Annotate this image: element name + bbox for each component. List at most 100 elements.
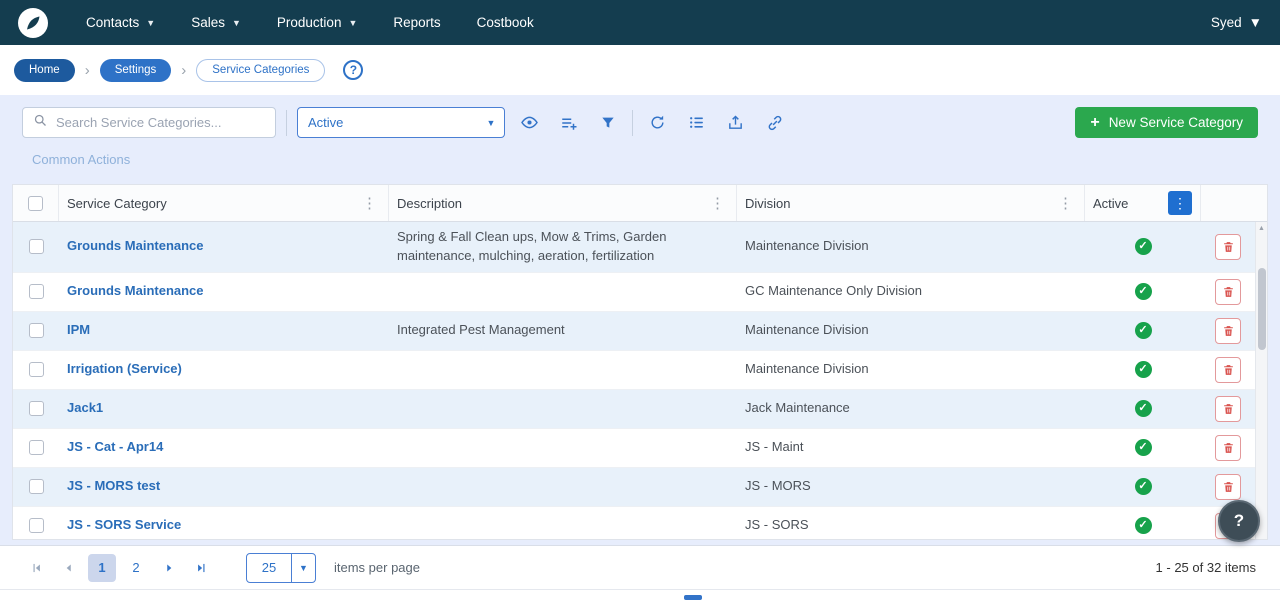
breadcrumb-home[interactable]: Home [14,59,75,82]
delete-button[interactable] [1215,435,1241,461]
main-content: Active ▼ + New Service Category Commo [0,95,1280,545]
actions-cell [1201,429,1255,467]
nav-item-costbook[interactable]: Costbook [477,15,534,30]
delete-button[interactable] [1215,234,1241,260]
row-checkbox-cell [13,222,59,272]
export-icon[interactable] [721,108,750,137]
row-checkbox[interactable] [29,239,44,254]
breadcrumb-separator-icon: › [85,62,90,79]
select-all-checkbox[interactable] [28,196,43,211]
help-fab-button[interactable]: ? [1218,500,1260,542]
breadcrumb-settings[interactable]: Settings [100,59,172,82]
column-header-division: Division ⋮ [737,185,1085,221]
new-service-category-button[interactable]: + New Service Category [1075,107,1258,138]
nav-item-sales[interactable]: Sales ▼ [191,15,241,30]
horizontal-scrollbar-thumb[interactable] [684,595,702,600]
common-actions-link[interactable]: Common Actions [32,152,130,167]
row-checkbox[interactable] [29,323,44,338]
link-icon[interactable] [760,108,789,137]
scrollbar-thumb[interactable] [1258,268,1266,350]
page-number-1[interactable]: 1 [88,554,116,582]
actions-cell [1201,222,1255,272]
table-row: Irrigation (Service) Maintenance Divisio… [13,351,1267,390]
delete-button[interactable] [1215,474,1241,500]
active-cell: ✓ [1085,390,1201,428]
brand-logo[interactable] [18,8,48,38]
column-menu-icon[interactable]: ⋮ [1055,194,1076,212]
active-cell: ✓ [1085,429,1201,467]
chevron-down-icon: ▼ [348,18,357,28]
service-category-cell: IPM [59,312,389,350]
service-category-link[interactable]: JS - Cat - Apr14 [67,438,163,457]
chevron-down-icon: ▼ [232,18,241,28]
division-cell: GC Maintenance Only Division [737,273,1085,311]
column-menu-icon[interactable]: ⋮ [707,194,728,212]
division-cell: Jack Maintenance [737,390,1085,428]
vertical-scrollbar[interactable]: ▲ [1255,222,1267,539]
next-page-button[interactable] [156,555,182,581]
column-header-service-category: Service Category ⋮ [59,185,389,221]
first-page-button[interactable] [24,555,50,581]
column-menu-icon-active[interactable]: ⋮ [1168,191,1192,215]
service-category-link[interactable]: JS - MORS test [67,477,160,496]
nav-item-contacts[interactable]: Contacts ▼ [86,15,155,30]
service-category-cell: Grounds Maintenance [59,273,389,311]
breadcrumb-separator-icon: › [181,62,186,79]
description-cell [389,507,737,540]
delete-button[interactable] [1215,357,1241,383]
service-category-cell: Grounds Maintenance [59,222,389,272]
page-size-select[interactable]: 25 ▼ [246,553,316,583]
pagination-range-label: 1 - 25 of 32 items [1156,560,1256,575]
toolbar-divider [632,110,633,136]
row-checkbox[interactable] [29,284,44,299]
nav-item-reports[interactable]: Reports [393,15,440,30]
table-row: Jack1 Jack Maintenance ✓ [13,390,1267,429]
manage-columns-icon[interactable] [554,108,583,137]
service-category-link[interactable]: Irrigation (Service) [67,360,182,379]
delete-button[interactable] [1215,396,1241,422]
row-checkbox-cell [13,312,59,350]
delete-button[interactable] [1215,279,1241,305]
table-row: IPM Integrated Pest Management Maintenan… [13,312,1267,351]
description-cell [389,273,737,311]
row-checkbox[interactable] [29,401,44,416]
filter-icon[interactable] [593,108,622,137]
service-category-link[interactable]: IPM [67,321,90,340]
column-header-active: Active ⋮ [1085,185,1201,221]
actions-cell [1201,390,1255,428]
service-category-link[interactable]: Grounds Maintenance [67,282,204,301]
column-menu-icon[interactable]: ⋮ [359,194,380,212]
service-category-link[interactable]: Jack1 [67,399,103,418]
row-checkbox[interactable] [29,440,44,455]
top-nav: Contacts ▼ Sales ▼ Production ▼ Reports … [0,0,1280,45]
scroll-up-icon[interactable]: ▲ [1256,222,1267,232]
refresh-icon[interactable] [643,108,672,137]
service-category-link[interactable]: JS - SORS Service [67,516,181,535]
status-filter-select[interactable]: Active ▼ [297,107,505,138]
row-checkbox[interactable] [29,518,44,533]
user-menu[interactable]: Syed ▼ [1211,15,1262,30]
row-checkbox[interactable] [29,479,44,494]
table-row: Grounds Maintenance GC Maintenance Only … [13,273,1267,312]
row-checkbox[interactable] [29,362,44,377]
list-view-icon[interactable] [682,108,711,137]
last-page-button[interactable] [188,555,214,581]
active-check-icon: ✓ [1135,400,1152,417]
horizontal-scrollbar[interactable] [0,589,1280,603]
active-cell: ✓ [1085,468,1201,506]
service-category-link[interactable]: Grounds Maintenance [67,237,204,256]
nav-item-production[interactable]: Production ▼ [277,15,357,30]
delete-button[interactable] [1215,318,1241,344]
page-number-2[interactable]: 2 [122,554,150,582]
row-checkbox-cell [13,351,59,389]
column-header-actions [1201,185,1255,221]
search-input[interactable] [56,115,265,130]
visibility-icon[interactable] [515,108,544,137]
page-help-icon[interactable]: ? [343,60,363,80]
division-cell: JS - Maint [737,429,1085,467]
chevron-down-icon: ▼ [146,18,155,28]
previous-page-button[interactable] [56,555,82,581]
table-row: Grounds Maintenance Spring & Fall Clean … [13,222,1267,273]
search-icon [33,113,48,133]
breadcrumb-current-page: Service Categories [196,59,325,82]
